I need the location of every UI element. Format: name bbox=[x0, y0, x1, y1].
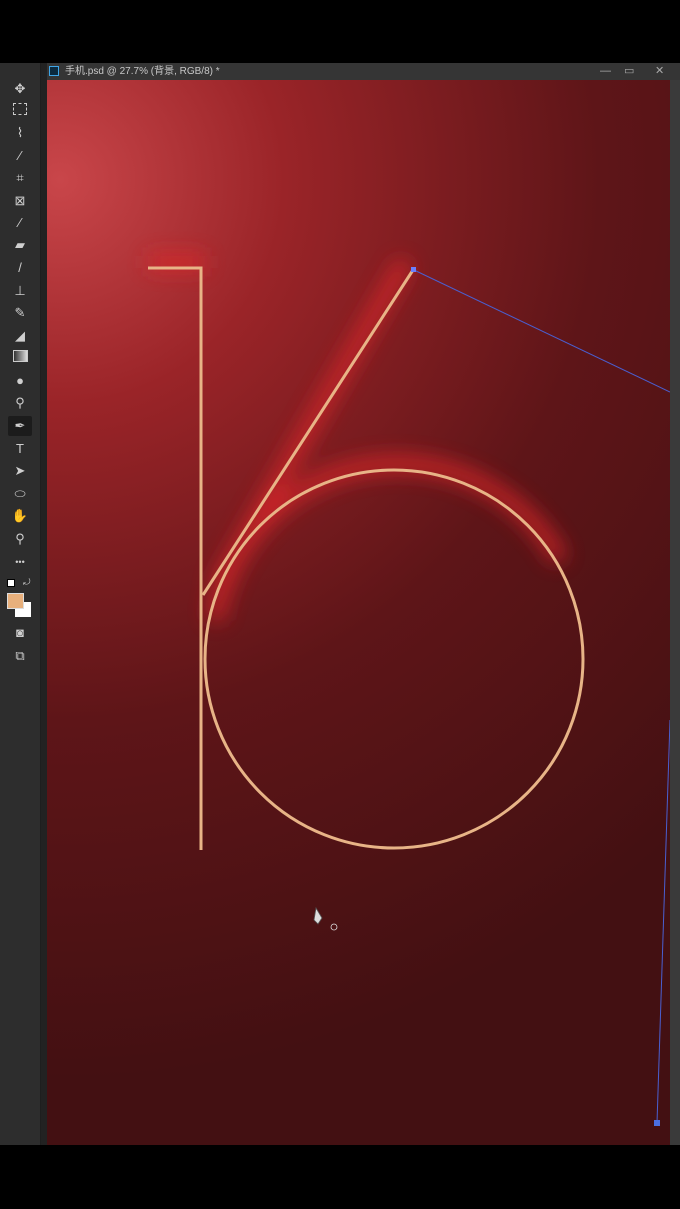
crop-tool[interactable]: ⌗ bbox=[8, 168, 32, 188]
document-canvas[interactable] bbox=[47, 80, 670, 1145]
photoshop-window: ✥ ⌇ ⁄ ⌗ ⊠ ⁄ ▰ / ⊥ ✎ ◢ ● ⚲ ✒ T ➤ ⬭ ✋ ⚲ ••… bbox=[0, 63, 680, 1145]
move-tool[interactable]: ✥ bbox=[8, 79, 32, 99]
maximize-icon[interactable]: ▭ bbox=[624, 63, 634, 80]
quick-mask-icon[interactable]: ◙ bbox=[8, 623, 32, 643]
default-colors-icon[interactable] bbox=[7, 579, 15, 587]
close-icon[interactable]: ✕ bbox=[655, 63, 664, 80]
type-tool[interactable]: T bbox=[8, 439, 32, 459]
scrollbar[interactable] bbox=[670, 80, 680, 1145]
zoom-tool[interactable]: ⚲ bbox=[8, 529, 32, 549]
magic-wand-tool[interactable]: ⁄ bbox=[8, 146, 32, 166]
pen-tool[interactable]: ✒ bbox=[8, 416, 32, 436]
swap-colors-icon[interactable]: ⤾ bbox=[23, 577, 31, 588]
eraser-tool[interactable]: ◢ bbox=[8, 326, 32, 346]
marquee-tool[interactable] bbox=[8, 101, 32, 121]
dodge-tool[interactable]: ⚲ bbox=[8, 393, 32, 413]
more-tools[interactable]: ••• bbox=[8, 552, 32, 572]
frame-tool[interactable]: ⊠ bbox=[8, 191, 32, 211]
healing-brush-tool[interactable]: ▰ bbox=[8, 235, 32, 255]
tools-panel: ✥ ⌇ ⁄ ⌗ ⊠ ⁄ ▰ / ⊥ ✎ ◢ ● ⚲ ✒ T ➤ ⬭ ✋ ⚲ ••… bbox=[0, 63, 41, 1145]
screen-mode-icon[interactable]: ⧉ bbox=[8, 646, 32, 666]
hand-tool[interactable]: ✋ bbox=[8, 506, 32, 526]
document-title: 手机.psd @ 27.7% (背景, RGB/8) * bbox=[65, 66, 220, 77]
anchor-point[interactable] bbox=[411, 267, 416, 272]
ps-file-icon bbox=[49, 66, 59, 76]
path-selection-tool[interactable]: ➤ bbox=[8, 461, 32, 481]
anchor-point[interactable] bbox=[654, 1120, 660, 1126]
blur-tool[interactable]: ● bbox=[8, 371, 32, 391]
lasso-tool[interactable]: ⌇ bbox=[8, 123, 32, 143]
foreground-color-swatch[interactable] bbox=[7, 593, 24, 609]
gradient-tool[interactable] bbox=[8, 348, 32, 368]
minimize-icon[interactable]: — bbox=[600, 63, 611, 80]
document-tab[interactable]: 手机.psd @ 27.7% (背景, RGB/8) * — ▭ ✕ bbox=[47, 63, 680, 80]
ellipse-tool[interactable]: ⬭ bbox=[8, 484, 32, 504]
history-brush-tool[interactable]: ✎ bbox=[8, 303, 32, 323]
eyedropper-tool[interactable]: ⁄ bbox=[8, 213, 32, 233]
brush-tool[interactable]: / bbox=[8, 258, 32, 278]
clone-stamp-tool[interactable]: ⊥ bbox=[8, 281, 32, 301]
